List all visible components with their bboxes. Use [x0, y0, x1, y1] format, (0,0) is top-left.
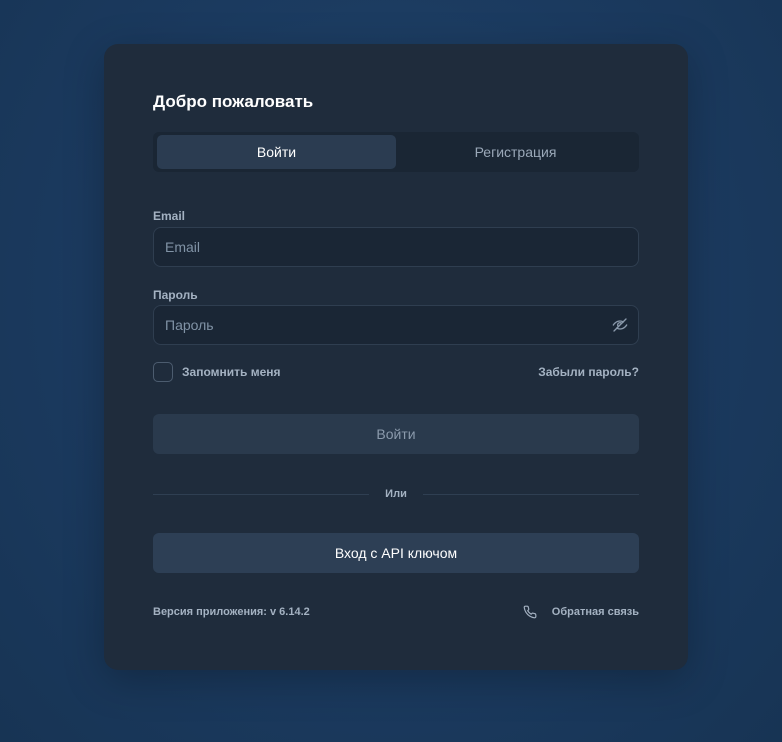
- or-divider: Или: [153, 484, 639, 504]
- remember-forgot-row: Запомнить меня Забыли пароль?: [153, 361, 639, 383]
- tab-register[interactable]: Регистрация: [396, 135, 635, 169]
- eye-off-icon[interactable]: [611, 316, 629, 334]
- api-key-login-button[interactable]: Вход с API ключом: [153, 533, 639, 573]
- card-footer: Версия приложения: v 6.14.2 Обратная свя…: [153, 604, 639, 620]
- password-field[interactable]: [163, 316, 611, 334]
- feedback-label: Обратная связь: [551, 606, 639, 618]
- tab-login[interactable]: Войти: [157, 135, 396, 169]
- remember-me[interactable]: Запомнить меня: [153, 362, 281, 382]
- phone-icon: [522, 604, 538, 620]
- divider-label: Или: [385, 488, 407, 500]
- email-label: Email: [153, 209, 186, 223]
- divider-line-right: [422, 493, 639, 495]
- login-card: Добро пожаловать Войти Регистрация Email…: [104, 44, 688, 670]
- password-field-wrapper: [153, 305, 639, 345]
- auth-tabs: Войти Регистрация: [153, 132, 639, 172]
- feedback-link[interactable]: Обратная связь: [522, 604, 639, 620]
- email-field-wrapper: [153, 227, 639, 267]
- forgot-password-link[interactable]: Забыли пароль?: [538, 365, 639, 379]
- email-field[interactable]: [163, 238, 629, 256]
- app-version: Версия приложения: v 6.14.2: [153, 606, 310, 618]
- remember-checkbox[interactable]: [153, 362, 173, 382]
- welcome-title: Добро пожаловать: [153, 92, 314, 111]
- password-label: Пароль: [153, 288, 198, 302]
- divider-line-left: [153, 493, 370, 495]
- login-button[interactable]: Войти: [153, 414, 639, 454]
- remember-label: Запомнить меня: [182, 365, 281, 379]
